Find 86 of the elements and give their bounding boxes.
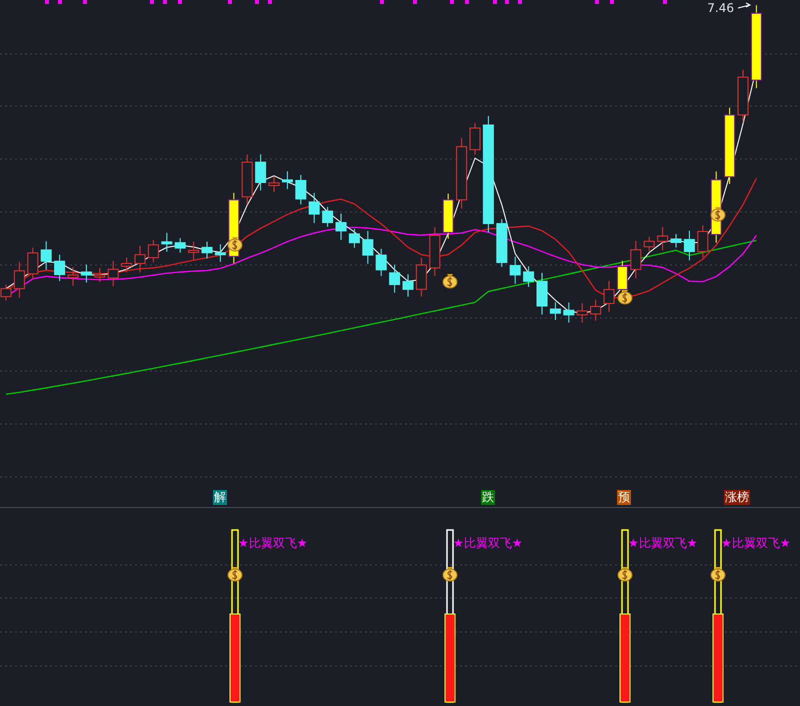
tick-mark [663, 0, 667, 4]
candlestick [308, 192, 320, 224]
candlestick [604, 280, 614, 312]
tick-mark [255, 0, 259, 4]
tick-mark [595, 0, 599, 4]
tick-mark [413, 0, 417, 4]
candlestick [416, 257, 427, 298]
signal-tag: 跌 [481, 490, 495, 505]
price-label: 7.46 [707, 1, 734, 15]
candlestick [14, 261, 25, 298]
candlestick [94, 267, 106, 283]
tick-mark [45, 0, 49, 4]
candlestick [242, 154, 253, 205]
candlestick [336, 213, 346, 240]
candlestick [576, 302, 588, 324]
candlestick [40, 240, 52, 270]
tick-mark [610, 0, 614, 4]
candlestick [402, 274, 414, 298]
candlestick [214, 244, 226, 262]
candlestick [738, 69, 748, 123]
tick-mark [163, 0, 167, 4]
candlestick [563, 302, 574, 324]
candlestick [362, 230, 374, 264]
candlestick [80, 264, 92, 283]
tick-mark [228, 0, 232, 4]
tick-mark [380, 0, 384, 4]
candlestick [496, 218, 508, 268]
candlestick [268, 176, 280, 193]
signal-tag: 涨榜 [724, 490, 750, 505]
candlestick [429, 226, 440, 277]
leader-line [738, 2, 752, 8]
candlestick [148, 240, 159, 263]
tick-mark [450, 0, 454, 4]
candlestick [442, 193, 454, 240]
candlestick [376, 248, 387, 277]
money-bag-icon [442, 567, 458, 582]
candlestick [188, 241, 200, 260]
money-bag-icon [618, 567, 632, 582]
candlestick [108, 260, 119, 287]
tick-mark [465, 0, 469, 4]
candlestick [161, 232, 172, 252]
indicator-label: ★比翼双飞★ [628, 536, 698, 550]
candlestick [590, 299, 602, 322]
money-bag-icon [710, 567, 726, 582]
money-bag-icon [228, 567, 242, 582]
candlestick [657, 226, 668, 251]
money-bag-icon [618, 290, 632, 304]
candlestick [174, 238, 186, 254]
tick-mark [493, 0, 497, 4]
candlestick [134, 245, 146, 273]
candlestick [121, 257, 132, 273]
money-bag-icon [442, 274, 458, 288]
candlestick [27, 247, 38, 280]
candlestick [536, 272, 548, 315]
signal-tag: 预 [617, 490, 631, 505]
indicator-label: ★比翼双飞★ [721, 536, 791, 550]
tick-mark [178, 0, 182, 4]
candlestick [389, 264, 400, 294]
candlestick [470, 122, 480, 156]
candlestick [295, 174, 306, 205]
candlestick [322, 206, 334, 228]
tick-mark [83, 0, 87, 4]
candlestick [550, 302, 561, 320]
candlestick [630, 240, 642, 279]
tick-mark [518, 0, 522, 4]
money-bag-icon [228, 237, 242, 252]
candlestick [202, 241, 212, 260]
money-bag-icon [710, 207, 726, 222]
signal-tag: 解 [213, 490, 227, 505]
candlestick [684, 230, 695, 261]
candlestick [255, 154, 266, 191]
candlestick [644, 236, 655, 252]
tick-mark [268, 0, 272, 4]
candlestick [697, 224, 708, 258]
candlestick [670, 234, 682, 248]
candlestick [54, 254, 66, 282]
tick-mark [150, 0, 154, 4]
tick-mark [58, 0, 62, 4]
tick-mark [505, 0, 509, 4]
candlestick [282, 170, 293, 190]
indicator-label: ★比翼双飞★ [453, 536, 523, 550]
candlestick [68, 266, 78, 286]
candlestick [348, 228, 360, 248]
candlestick [523, 266, 534, 288]
candlestick [510, 256, 521, 284]
indicator-label: ★比翼双飞★ [238, 536, 308, 550]
